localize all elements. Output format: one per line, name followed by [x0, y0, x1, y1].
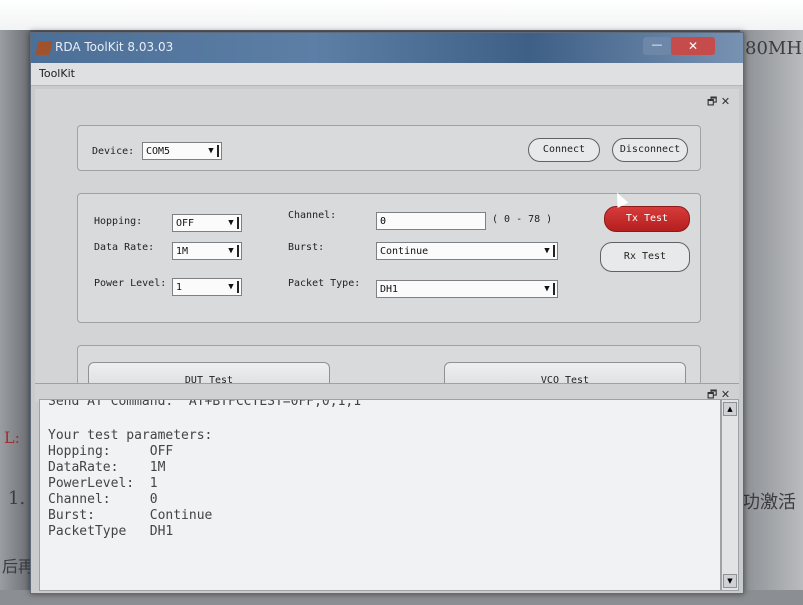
power-level-label: Power Level: [94, 278, 167, 289]
data-rate-label: Data Rate: [94, 242, 155, 253]
hopping-select-value: OFF [176, 218, 195, 229]
chevron-down-icon: ▼ [225, 217, 239, 229]
app-logo-icon [35, 41, 53, 55]
packet-type-select-value: DH1 [380, 284, 399, 295]
data-rate-select-value: 1M [176, 246, 189, 257]
tx-test-button[interactable]: Tx Test [604, 206, 690, 232]
device-select-value: COM5 [146, 146, 171, 157]
power-level-select[interactable]: 1 ▼ [172, 278, 242, 296]
console-line: Your test parameters: [48, 428, 213, 443]
power-level-select-value: 1 [176, 282, 183, 293]
console-line: Hopping: OFF [48, 444, 174, 459]
close-button[interactable]: ✕ [671, 37, 715, 55]
photo-right-edge [740, 30, 803, 605]
scroll-up-icon[interactable]: ▲ [723, 402, 737, 416]
device-select[interactable]: COM5 ▼ [142, 142, 222, 160]
chevron-down-icon: ▼ [225, 245, 239, 257]
device-label: Device: [92, 146, 135, 157]
data-rate-select[interactable]: 1M ▼ [172, 242, 242, 260]
console-scrollbar[interactable]: ▲ ▼ [721, 399, 739, 591]
menu-bar: ToolKit [31, 63, 743, 86]
channel-input[interactable]: 0 [376, 212, 486, 230]
chevron-down-icon: ▼ [541, 245, 555, 257]
background-text-activate: 功激活 [742, 492, 796, 513]
menu-item-toolkit[interactable]: ToolKit [39, 67, 75, 80]
app-window: RDA ToolKit 8.03.03 — ✕ ToolKit 🗗 ✕ Devi… [30, 32, 744, 594]
test-buttons-group: DUT Test VCO Test [77, 345, 701, 400]
console-line: Channel: 0 [48, 492, 158, 507]
hopping-label: Hopping: [94, 216, 143, 227]
connect-button[interactable]: Connect [528, 138, 600, 162]
device-group: Device: COM5 ▼ Connect Disconnect [77, 125, 701, 171]
console-output[interactable]: Send AT Command: AT+BTFCCTEST=0FF,0,1,1 … [39, 399, 721, 591]
background-text-bullet: 1. [8, 488, 26, 509]
chevron-down-icon: ▼ [205, 145, 219, 157]
console-line: DataRate: 1M [48, 460, 166, 475]
window-title: RDA ToolKit 8.03.03 [55, 40, 174, 54]
chevron-down-icon: ▼ [541, 283, 555, 295]
background-text-mhz: 80MHz [745, 38, 803, 59]
pane-dock-close-icons[interactable]: 🗗 ✕ [707, 93, 730, 112]
photo-top-area [0, 0, 803, 30]
title-bar[interactable]: RDA ToolKit 8.03.03 — ✕ [31, 33, 743, 63]
console-line: PowerLevel: 1 [48, 476, 158, 491]
hopping-select[interactable]: OFF ▼ [172, 214, 242, 232]
packet-type-label: Packet Type: [288, 278, 361, 289]
burst-label: Burst: [288, 242, 325, 253]
console-line: Send AT Command: AT+BTFCCTEST=0FF,0,1,1 [48, 399, 362, 409]
channel-label: Channel: [288, 210, 337, 221]
photo-left-edge [0, 30, 30, 605]
console-line: Burst: Continue [48, 508, 213, 523]
channel-range: ( 0 - 78 ) [492, 214, 553, 225]
chevron-down-icon: ▼ [225, 281, 239, 293]
background-text-left-top: L: [4, 428, 21, 447]
burst-select-value: Continue [380, 246, 429, 257]
minimize-button[interactable]: — [643, 37, 671, 55]
control-pane: 🗗 ✕ Device: COM5 ▼ Connect Disconnect Ho… [35, 89, 739, 400]
packet-type-select[interactable]: DH1 ▼ [376, 280, 558, 298]
console-line: PacketType DH1 [48, 524, 174, 539]
rx-test-button[interactable]: Rx Test [600, 242, 690, 272]
burst-select[interactable]: Continue ▼ [376, 242, 558, 260]
scroll-down-icon[interactable]: ▼ [723, 574, 737, 588]
disconnect-button[interactable]: Disconnect [612, 138, 688, 162]
parameters-group: Hopping: OFF ▼ Data Rate: 1M ▼ Power Lev… [77, 193, 701, 323]
